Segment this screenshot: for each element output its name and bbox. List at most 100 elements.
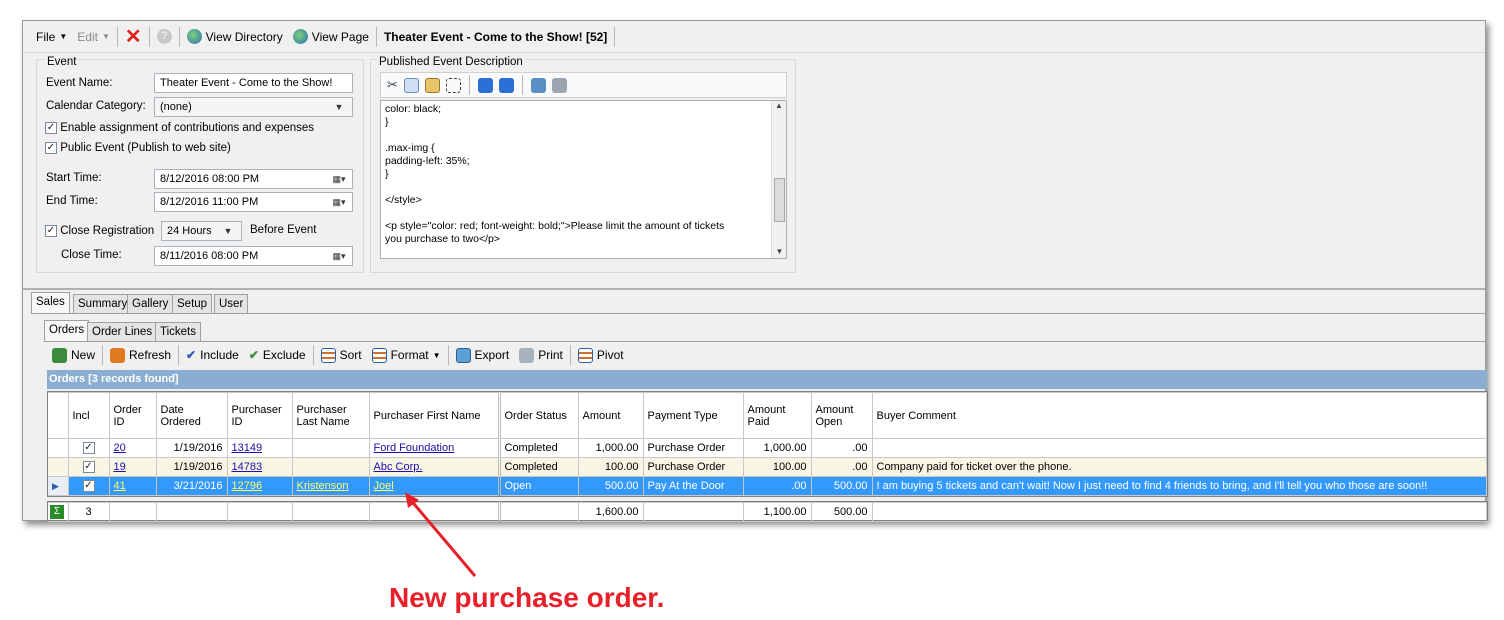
enable-contrib-checkbox[interactable]: ✓ Enable assignment of contributions and…	[45, 122, 314, 134]
refresh-button[interactable]: Refresh	[105, 344, 176, 366]
last-name-cell[interactable]	[291, 457, 370, 477]
incl-checkbox[interactable]: ✓	[67, 476, 110, 496]
order-id-cell[interactable]: 19	[108, 457, 157, 477]
order-id-cell[interactable]: 20	[108, 438, 157, 458]
row-pointer-icon[interactable]: ▶	[48, 476, 69, 496]
row-indicator[interactable]	[48, 438, 69, 458]
column-header[interactable]: Order ID	[108, 392, 157, 439]
event-name-field[interactable]: Theater Event - Come to the Show!	[154, 73, 353, 93]
splitter[interactable]	[23, 288, 1485, 290]
edit-menu[interactable]: Edit ▼	[72, 26, 115, 48]
calendar-icon[interactable]: ▦▾	[328, 171, 350, 187]
first-name-cell[interactable]: Abc Corp.	[368, 457, 501, 477]
purchaser-id-cell[interactable]: 13149	[226, 438, 293, 458]
column-header[interactable]: Amount Open	[810, 392, 873, 439]
undo-icon[interactable]	[477, 77, 493, 93]
purchaser-id-cell[interactable]: 12796	[226, 476, 293, 496]
checkbox-icon: ✓	[45, 142, 57, 154]
new-icon	[52, 347, 67, 363]
first-name-link[interactable]: Ford Foundation	[374, 442, 455, 454]
order-id-cell[interactable]: 41	[108, 476, 157, 496]
status-cell: Completed	[498, 457, 579, 477]
include-button[interactable]: ✔ Include	[181, 344, 244, 366]
column-header[interactable]: Purchaser ID	[226, 392, 293, 439]
purchaser-id-link[interactable]: 12796	[232, 480, 263, 492]
paste-icon[interactable]	[424, 77, 440, 93]
sort-button[interactable]: Sort	[316, 344, 367, 366]
scroll-up-icon[interactable]: ▲	[772, 101, 786, 110]
subtab-orders[interactable]: Orders	[44, 320, 90, 342]
close-registration-checkbox[interactable]: ✓ Close Registration	[45, 225, 154, 237]
description-editor[interactable]: color: black; } .max-img { padding-left:…	[380, 100, 787, 259]
first-name-link[interactable]: Abc Corp.	[374, 461, 423, 473]
pivot-button[interactable]: Pivot	[573, 344, 629, 366]
delete-button[interactable]: ✕	[120, 26, 147, 48]
calendar-icon[interactable]: ▦▾	[328, 248, 350, 264]
column-header[interactable]: Order Status	[498, 392, 579, 439]
incl-checkbox[interactable]: ✓	[67, 457, 110, 477]
subtab-order-lines[interactable]: Order Lines	[87, 322, 158, 342]
purchaser-id-cell[interactable]: 14783	[226, 457, 293, 477]
redo-icon[interactable]	[498, 77, 514, 93]
table-row[interactable]: ✓ 20 1/19/2016 13149 Ford Foundation Com…	[48, 438, 1487, 458]
view-directory-button[interactable]: View Directory	[182, 26, 288, 48]
close-registration-select[interactable]: 24 Hours ▼	[161, 221, 242, 241]
printer-icon[interactable]	[551, 77, 567, 93]
row-indicator[interactable]	[48, 457, 69, 477]
cut-icon[interactable]: ✂	[387, 77, 398, 93]
start-time-field[interactable]: 8/12/2016 08:00 PM ▦▾	[154, 169, 353, 189]
enable-contrib-label: Enable assignment of contributions and e…	[60, 122, 315, 135]
exclude-button[interactable]: ✔ Exclude	[244, 344, 311, 366]
column-header[interactable]: Amount	[577, 392, 644, 439]
purchaser-id-link[interactable]: 13149	[232, 442, 263, 454]
subtab-tickets[interactable]: Tickets	[155, 322, 201, 342]
close-time-field[interactable]: 8/11/2016 08:00 PM ▦▾	[154, 246, 353, 266]
column-header[interactable]: Incl	[67, 392, 110, 439]
order-id-link[interactable]: 20	[114, 442, 126, 454]
tab-gallery[interactable]: Gallery	[127, 294, 174, 314]
header-row: Incl Order ID Date Ordered Purchaser ID …	[48, 392, 1487, 439]
view-page-button[interactable]: View Page	[288, 26, 374, 48]
tab-setup[interactable]: Setup	[172, 294, 213, 314]
end-time-field[interactable]: 8/12/2016 11:00 PM ▦▾	[154, 192, 353, 212]
last-name-cell[interactable]: Kristenson	[291, 476, 370, 496]
find-replace-icon[interactable]	[530, 77, 546, 93]
tab-user[interactable]: User	[214, 294, 249, 314]
tab-sales[interactable]: Sales	[31, 292, 70, 314]
column-header[interactable]: Purchaser Last Name	[291, 392, 370, 439]
scroll-thumb[interactable]	[774, 178, 785, 222]
print-button[interactable]: Print	[514, 344, 568, 366]
copy-icon[interactable]	[403, 77, 419, 93]
scroll-down-icon[interactable]: ▼	[772, 247, 787, 256]
column-header[interactable]: Payment Type	[642, 392, 744, 439]
first-name-cell[interactable]: Ford Foundation	[368, 438, 501, 458]
tab-summary[interactable]: Summary	[73, 294, 133, 314]
column-header[interactable]: Amount Paid	[742, 392, 812, 439]
amount-open-cell: 500.00	[810, 476, 873, 496]
file-menu[interactable]: File ▼	[31, 26, 72, 48]
close-x-icon: ✕	[124, 25, 142, 48]
select-all-icon[interactable]	[445, 77, 461, 93]
calendar-icon[interactable]: ▦▾	[328, 194, 350, 210]
order-id-link[interactable]: 41	[114, 480, 126, 492]
public-event-checkbox[interactable]: ✓ Public Event (Publish to web site)	[45, 142, 231, 154]
first-name-link[interactable]: Joel	[374, 480, 394, 492]
export-button[interactable]: Export	[451, 344, 515, 366]
new-button[interactable]: New	[47, 344, 100, 366]
column-header[interactable]: Buyer Comment	[871, 392, 1487, 439]
table-row[interactable]: ✓ 19 1/19/2016 14783 Abc Corp. Completed…	[48, 457, 1487, 477]
last-name-link[interactable]: Kristenson	[297, 480, 349, 492]
printer-icon	[519, 347, 535, 363]
amount-open-cell: .00	[810, 438, 873, 458]
editor-scrollbar[interactable]: ▲ ▼	[771, 101, 786, 258]
column-header[interactable]: Purchaser First Name	[368, 392, 501, 439]
table-row-selected[interactable]: ▶ ✓ 41 3/21/2016 12796 Kristenson Joel O…	[48, 476, 1487, 496]
incl-checkbox[interactable]: ✓	[67, 438, 110, 458]
calendar-category-select[interactable]: (none) ▼	[154, 97, 353, 117]
order-id-link[interactable]: 19	[114, 461, 126, 473]
column-header[interactable]: Date Ordered	[155, 392, 228, 439]
purchaser-id-link[interactable]: 14783	[232, 461, 263, 473]
format-button[interactable]: Format ▼	[367, 344, 446, 366]
help-button[interactable]: ?	[152, 26, 177, 48]
last-name-cell[interactable]	[291, 438, 370, 458]
